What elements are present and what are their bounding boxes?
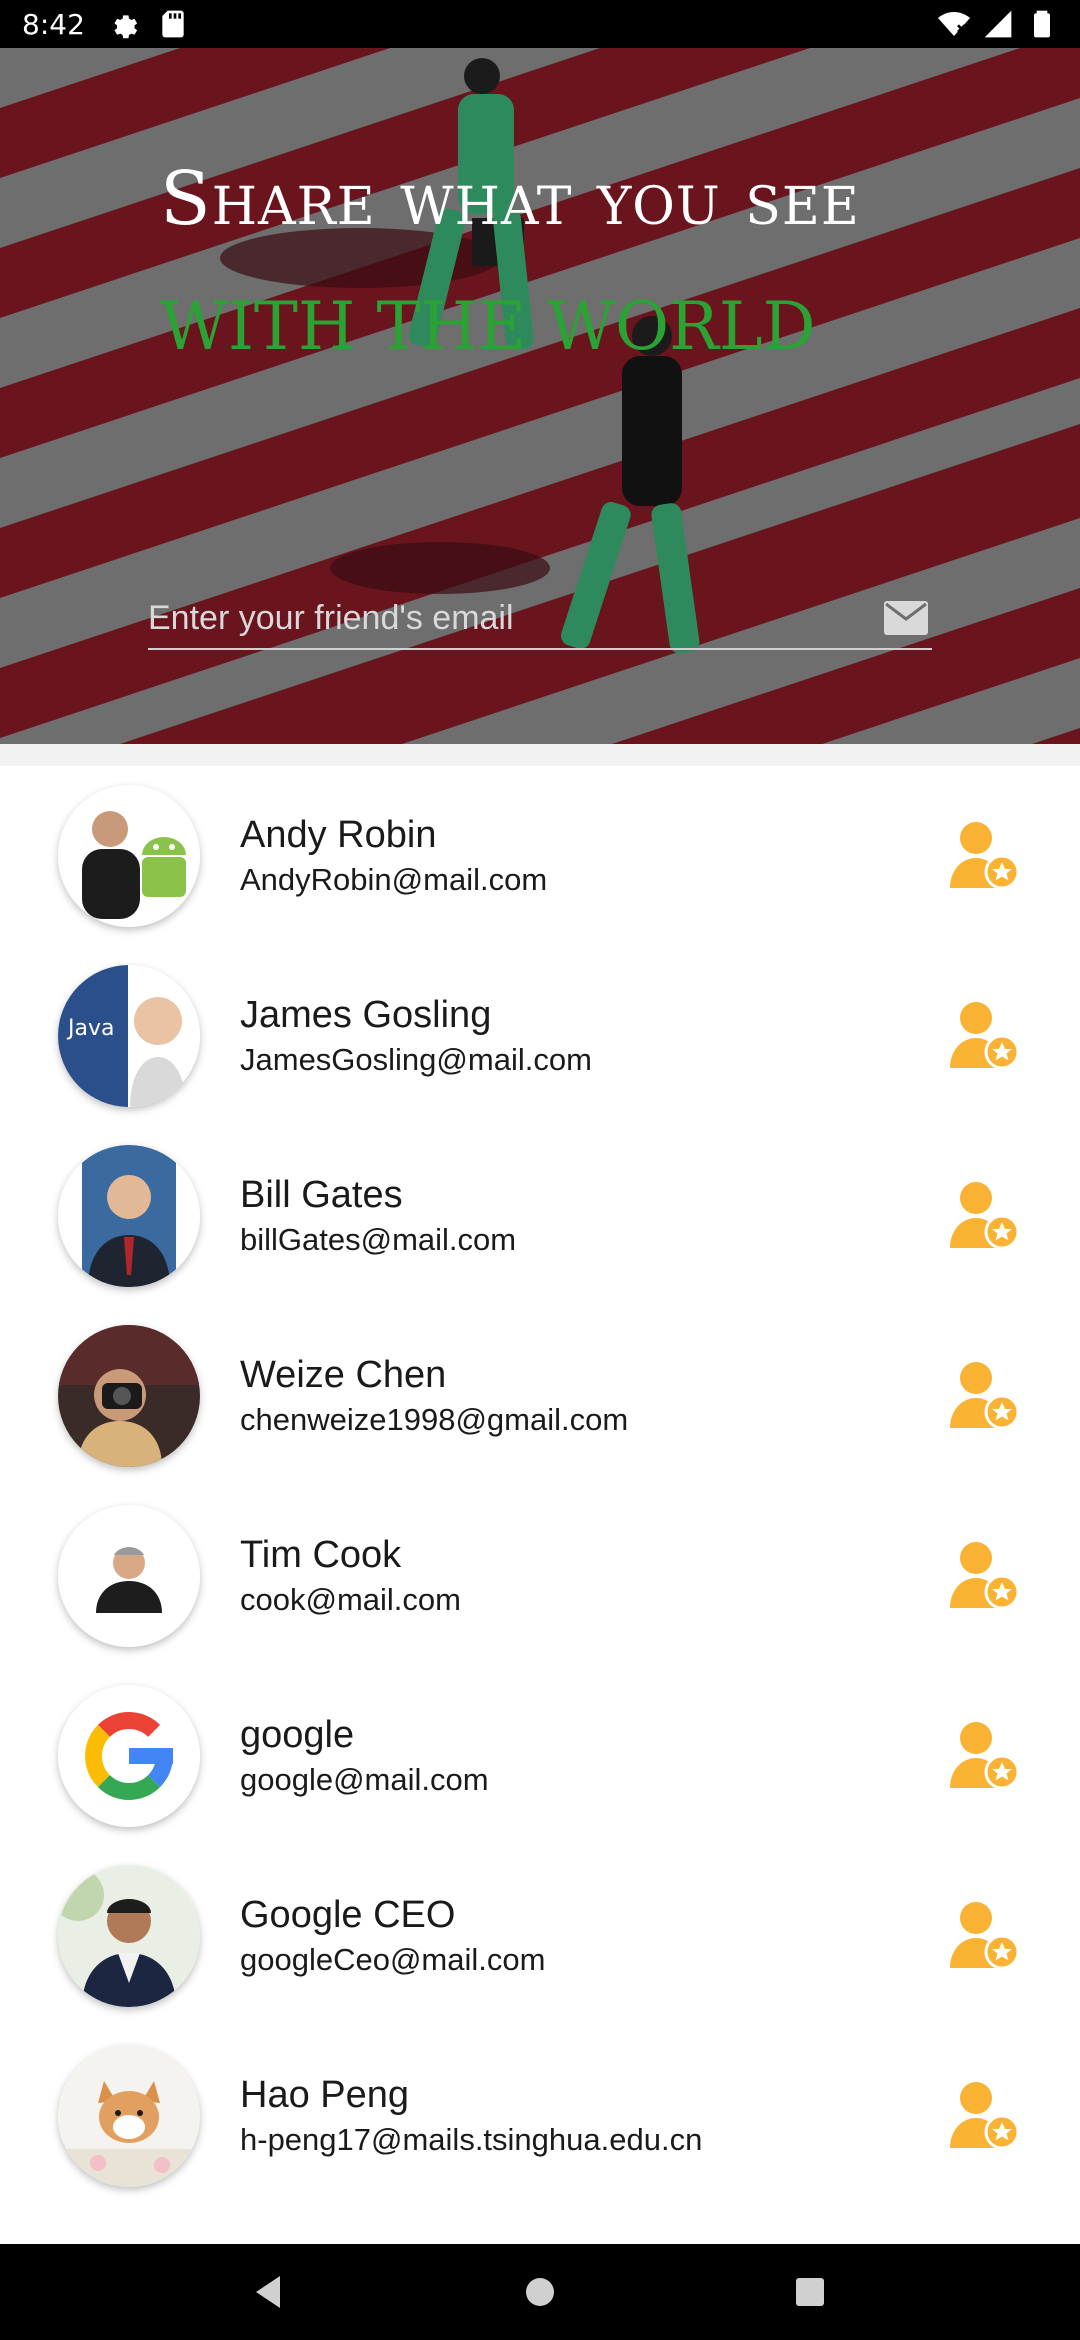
friend-email: AndyRobin@mail.com <box>240 862 548 897</box>
status-icons-right <box>938 8 1058 40</box>
friend-item[interactable]: Tim Cook cook@mail.com <box>0 1486 1080 1666</box>
status-icons-left <box>107 8 189 40</box>
dog-avatar <box>58 2045 200 2187</box>
friend-name: Andy Robin <box>240 814 437 856</box>
friend-list: Andy Robin AndyRobin@mail.com Java James <box>0 766 1080 2244</box>
friend-item[interactable]: Andy Robin AndyRobin@mail.com <box>0 766 1080 946</box>
friend-name: James Gosling <box>240 994 492 1036</box>
hero-title-line2: with the world <box>160 288 816 365</box>
friend-name: Weize Chen <box>240 1354 447 1396</box>
friend-email: JamesGosling@mail.com <box>240 1042 592 1077</box>
battery-icon <box>1034 10 1050 38</box>
friend-item[interactable]: Weize Chen chenweize1998@gmail.com <box>0 1306 1080 1486</box>
add-favorite-friend-icon <box>950 1182 1020 1250</box>
gear-icon <box>114 15 138 39</box>
hero-title-line1: Share what you see <box>160 156 860 242</box>
add-favorite-friend-button[interactable] <box>948 998 1024 1074</box>
add-favorite-friend-button[interactable] <box>948 2078 1024 2154</box>
add-favorite-friend-button[interactable] <box>948 818 1024 894</box>
add-favorite-friend-icon <box>950 1362 1020 1430</box>
friend-name: Tim Cook <box>240 1534 402 1576</box>
friend-item[interactable]: Bill Gates billGates@mail.com <box>0 1126 1080 1306</box>
status-bar: 8:42 <box>0 0 1080 48</box>
friend-name: Hao Peng <box>240 2074 410 2116</box>
camera-avatar <box>58 1325 200 1467</box>
friend-text: Andy Robin AndyRobin@mail.com <box>240 811 547 901</box>
friend-text: Tim Cook cook@mail.com <box>240 1531 461 1621</box>
android-avatar <box>58 785 200 927</box>
friend-email: chenweize1998@gmail.com <box>240 1402 629 1437</box>
friend-email: cook@mail.com <box>240 1582 461 1617</box>
friend-text: Hao Peng h-peng17@mails.tsinghua.edu.cn <box>240 2071 702 2161</box>
friend-name: Bill Gates <box>240 1174 403 1216</box>
friend-email: h-peng17@mails.tsinghua.edu.cn <box>240 2122 703 2157</box>
friend-item[interactable]: Java James Gosling JamesGosling@mail.com <box>0 946 1080 1126</box>
add-favorite-friend-icon <box>950 2082 1020 2150</box>
svg-text:Java: Java <box>66 1016 114 1041</box>
mail-icon[interactable] <box>884 601 928 635</box>
add-favorite-friend-button[interactable] <box>948 1358 1024 1434</box>
signal-icon <box>984 10 1012 38</box>
status-time: 8:42 <box>22 7 85 41</box>
add-favorite-friend-button[interactable] <box>948 1538 1024 1614</box>
add-favorite-friend-button[interactable] <box>948 1898 1024 1974</box>
recents-button[interactable] <box>790 2272 830 2312</box>
friend-email: googleCeo@mail.com <box>240 1942 546 1977</box>
add-favorite-friend-icon <box>950 822 1020 890</box>
add-favorite-friend-icon <box>950 1722 1020 1790</box>
back-icon <box>256 2276 280 2308</box>
friend-name: google <box>240 1714 355 1756</box>
friend-email: billGates@mail.com <box>240 1222 517 1257</box>
sd-card-icon <box>162 10 184 38</box>
add-favorite-friend-icon <box>950 1542 1020 1610</box>
google-logo-avatar <box>58 1685 200 1827</box>
add-favorite-friend-icon <box>950 1902 1020 1970</box>
friend-item[interactable]: Google CEO googleCeo@mail.com <box>0 1846 1080 2026</box>
hero-banner: Share what you see with the world <box>0 48 1080 744</box>
add-favorite-friend-icon <box>950 1002 1020 1070</box>
friend-email-input[interactable] <box>148 598 884 638</box>
portrait-avatar <box>58 1865 200 2007</box>
friend-text: Google CEO googleCeo@mail.com <box>240 1891 545 1981</box>
portrait-avatar <box>58 1145 200 1287</box>
add-favorite-friend-button[interactable] <box>948 1178 1024 1254</box>
recents-icon <box>796 2278 824 2306</box>
navigation-bar <box>0 2244 1080 2340</box>
friend-text: James Gosling JamesGosling@mail.com <box>240 991 592 1081</box>
home-icon <box>526 2278 554 2306</box>
email-input-row <box>148 588 932 650</box>
friend-text: Bill Gates billGates@mail.com <box>240 1171 516 1261</box>
friend-text: google google@mail.com <box>240 1711 489 1801</box>
home-button[interactable] <box>520 2272 560 2312</box>
friend-email: google@mail.com <box>240 1762 489 1797</box>
section-divider <box>0 744 1080 766</box>
back-button[interactable] <box>250 2272 290 2312</box>
wifi-icon <box>938 12 970 36</box>
java-avatar: Java <box>58 965 200 1107</box>
friend-name: Google CEO <box>240 1894 456 1936</box>
friend-item[interactable]: Hao Peng h-peng17@mails.tsinghua.edu.cn <box>0 2026 1080 2206</box>
friend-text: Weize Chen chenweize1998@gmail.com <box>240 1351 628 1441</box>
add-favorite-friend-button[interactable] <box>948 1718 1024 1794</box>
friend-item[interactable]: google google@mail.com <box>0 1666 1080 1846</box>
portrait-avatar <box>58 1505 200 1647</box>
